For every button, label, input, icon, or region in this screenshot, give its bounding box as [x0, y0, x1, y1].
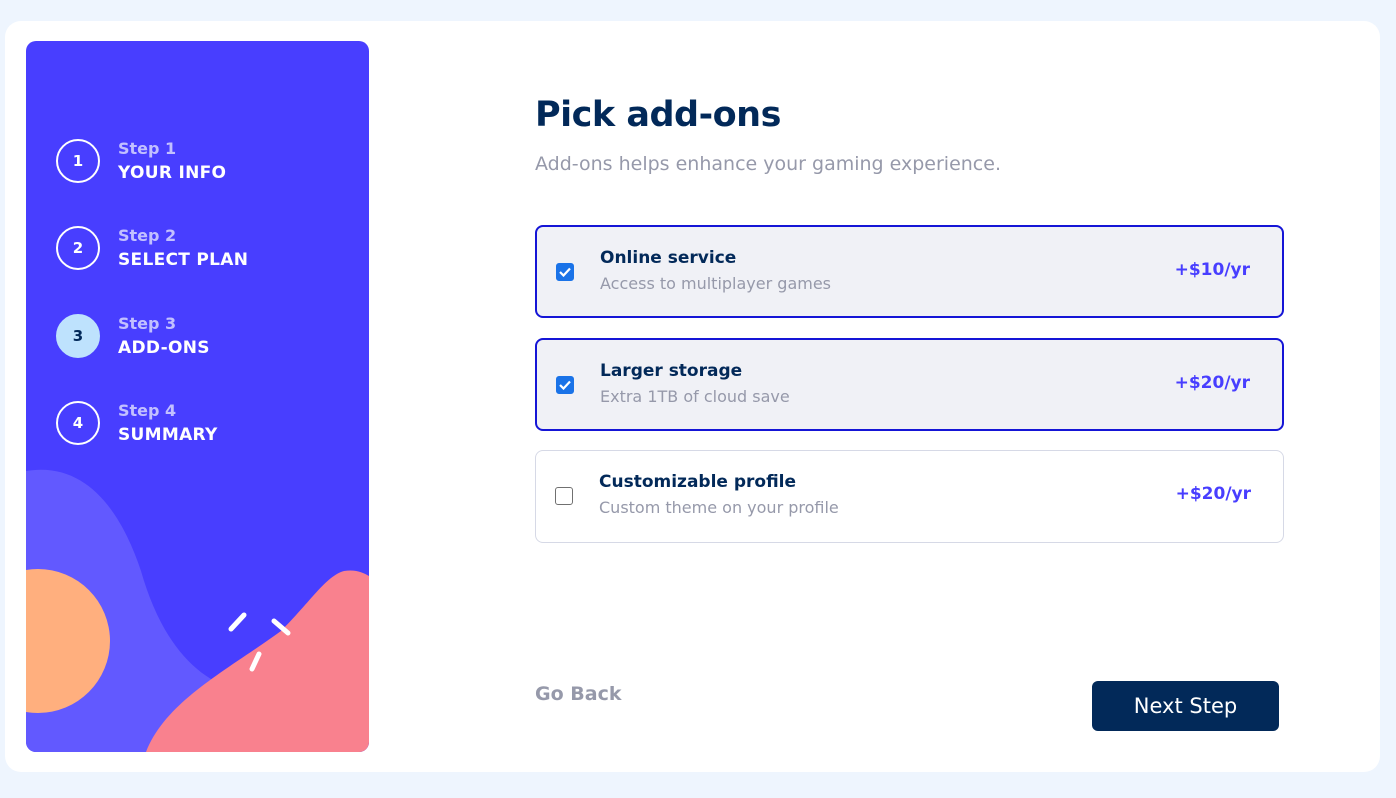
- addon-name: Customizable profile: [599, 472, 797, 492]
- step-number-1: 1: [56, 139, 100, 183]
- addon-price: +$10/yr: [1174, 260, 1250, 280]
- step-title-3: ADD-ONS: [118, 338, 210, 358]
- step-number-2: 2: [56, 226, 100, 270]
- addon-description: Extra 1TB of cloud save: [600, 387, 790, 406]
- next-step-button[interactable]: Next Step: [1092, 681, 1279, 731]
- checkmark-icon: [559, 380, 571, 390]
- addon-price: +$20/yr: [1174, 373, 1250, 393]
- addon-larger-storage[interactable]: Larger storage Extra 1TB of cloud save +…: [535, 338, 1284, 431]
- step-number-3: 3: [56, 314, 100, 358]
- step-label-4: Step 4: [118, 401, 177, 420]
- page-subtitle: Add-ons helps enhance your gaming experi…: [535, 153, 1001, 175]
- step-title-4: SUMMARY: [118, 425, 218, 445]
- addon-checkbox[interactable]: [556, 263, 574, 281]
- step-number-4: 4: [56, 401, 100, 445]
- step-label-2: Step 2: [118, 226, 177, 245]
- checkmark-icon: [559, 267, 571, 277]
- step-2: 2 Step 2 SELECT PLAN: [56, 223, 248, 273]
- page-title: Pick add-ons: [535, 95, 781, 135]
- addon-checkbox[interactable]: [555, 487, 573, 505]
- addon-description: Custom theme on your profile: [599, 498, 839, 517]
- addon-checkbox[interactable]: [556, 376, 574, 394]
- form-card: 1 Step 1 YOUR INFO 2 Step 2 SELECT PLAN …: [5, 21, 1380, 772]
- addon-name: Larger storage: [600, 361, 743, 381]
- step-3: 3 Step 3 ADD-ONS: [56, 311, 210, 361]
- addon-customizable-profile[interactable]: Customizable profile Custom theme on you…: [535, 450, 1284, 543]
- main-content: Pick add-ons Add-ons helps enhance your …: [535, 21, 1285, 772]
- go-back-button[interactable]: Go Back: [535, 683, 621, 705]
- step-1: 1 Step 1 YOUR INFO: [56, 136, 226, 186]
- addon-price: +$20/yr: [1175, 484, 1251, 504]
- step-title-2: SELECT PLAN: [118, 250, 249, 270]
- step-title-1: YOUR INFO: [118, 163, 227, 183]
- steps-sidebar: 1 Step 1 YOUR INFO 2 Step 2 SELECT PLAN …: [26, 41, 369, 752]
- addon-online-service[interactable]: Online service Access to multiplayer gam…: [535, 225, 1284, 318]
- step-label-3: Step 3: [118, 314, 177, 333]
- step-4: 4 Step 4 SUMMARY: [56, 398, 218, 448]
- step-label-1: Step 1: [118, 139, 177, 158]
- addon-description: Access to multiplayer games: [600, 274, 832, 293]
- addon-name: Online service: [600, 248, 737, 268]
